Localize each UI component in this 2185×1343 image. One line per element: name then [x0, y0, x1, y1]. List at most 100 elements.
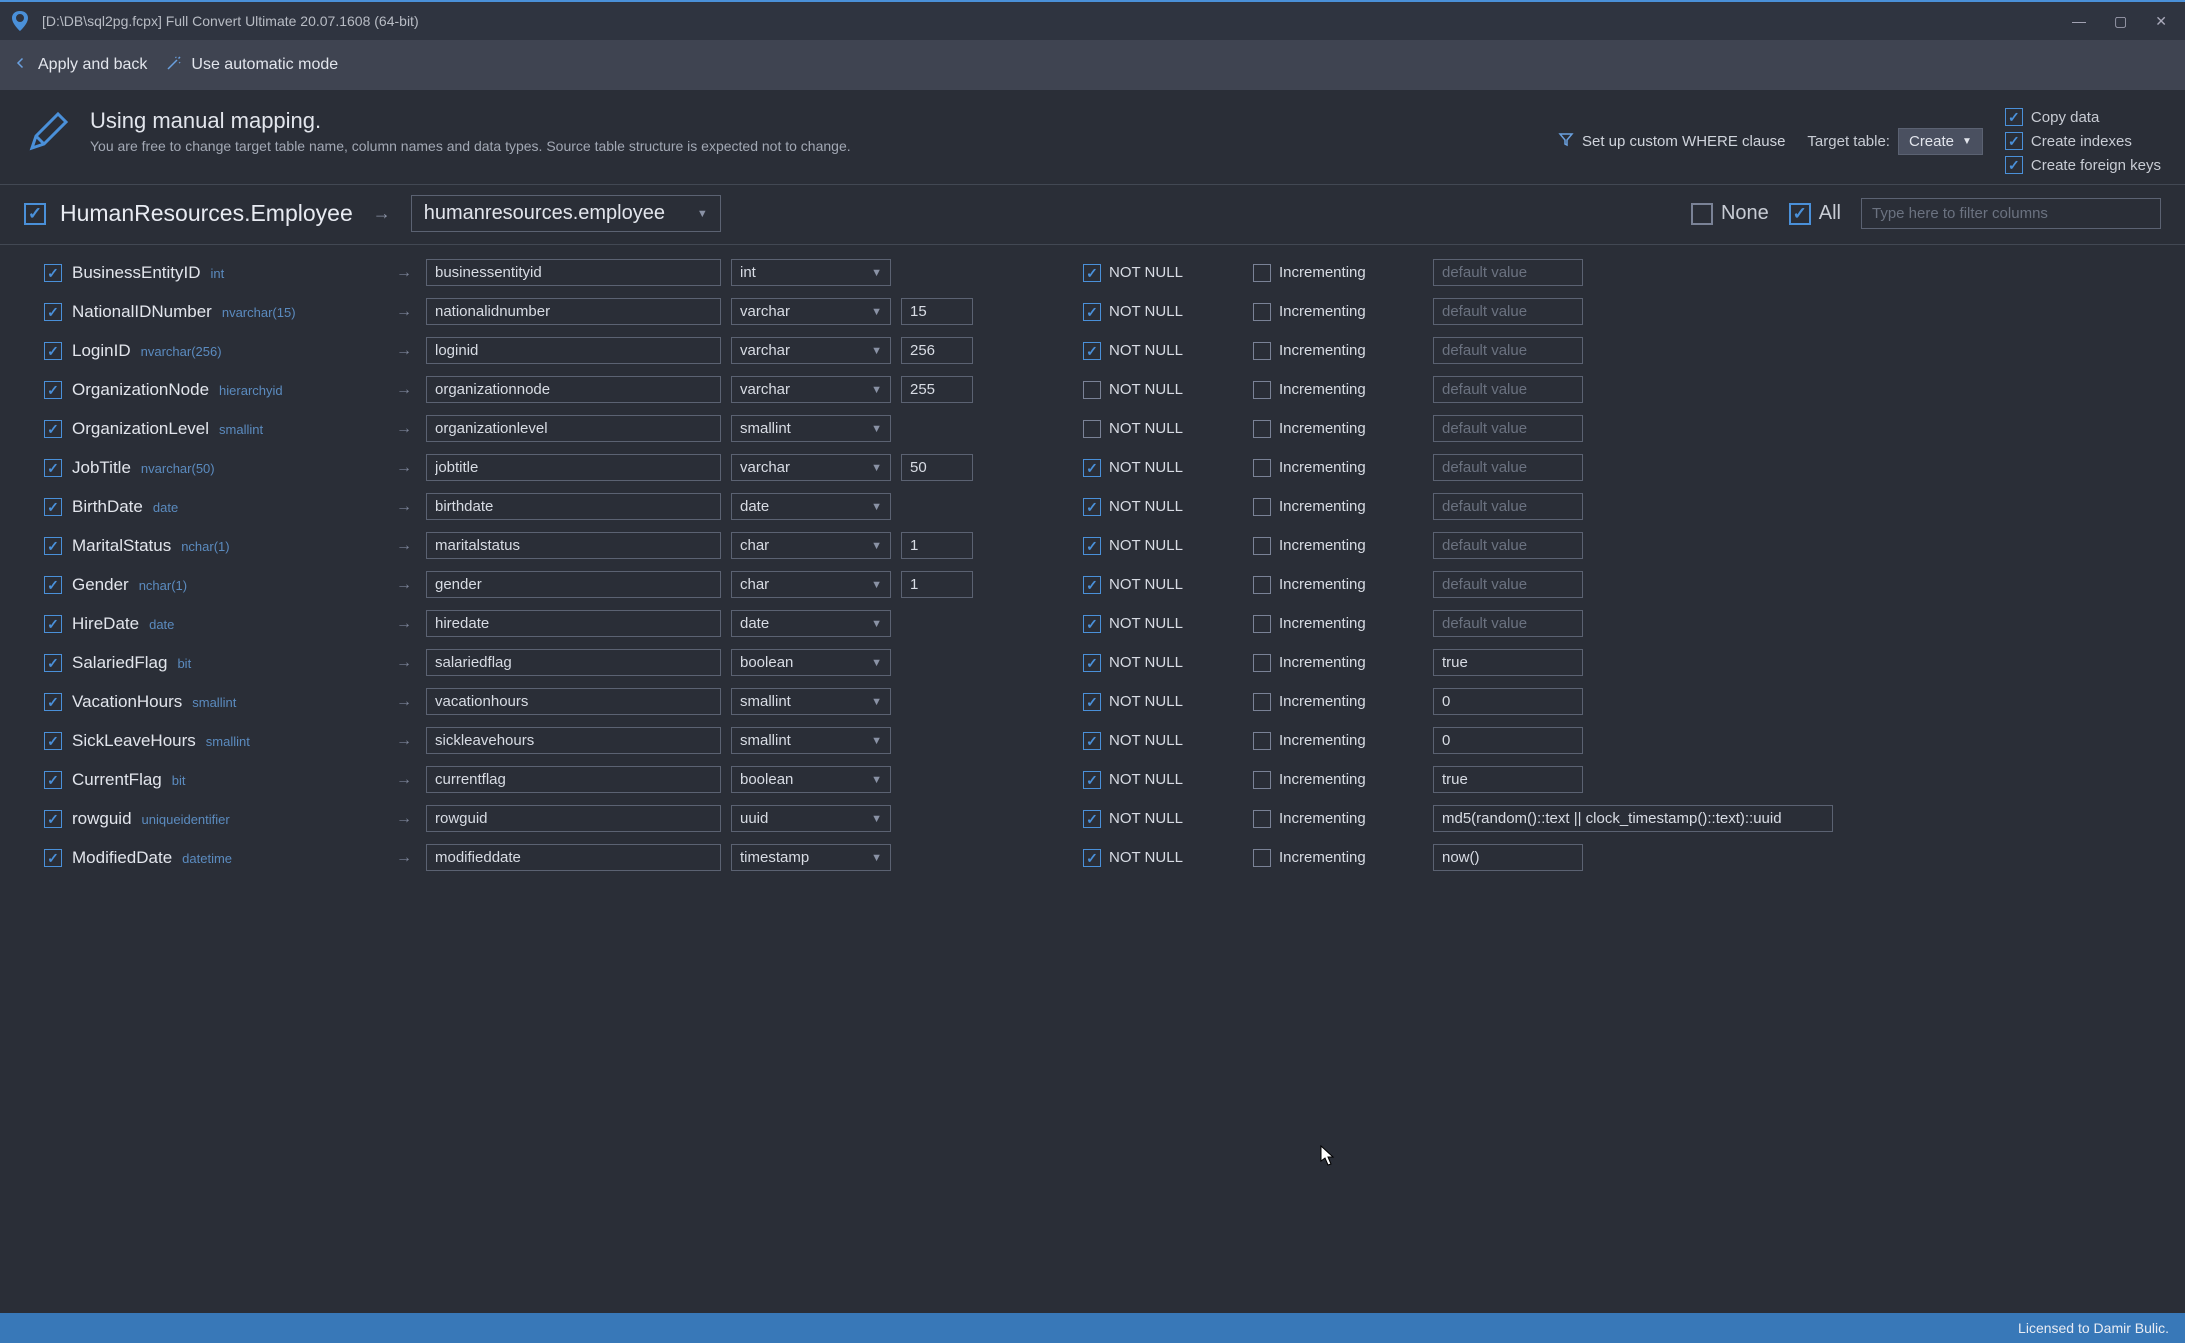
- incrementing-checkbox[interactable]: [1253, 498, 1271, 516]
- default-value-input[interactable]: [1433, 766, 1583, 793]
- incrementing-checkbox[interactable]: [1253, 537, 1271, 555]
- column-enabled-checkbox[interactable]: [44, 849, 62, 867]
- not-null-checkbox[interactable]: [1083, 459, 1101, 477]
- apply-and-back-button[interactable]: Apply and back: [12, 54, 147, 77]
- incrementing-checkbox[interactable]: [1253, 615, 1271, 633]
- target-type-dropdown[interactable]: date▼: [731, 610, 891, 637]
- incrementing-checkbox[interactable]: [1253, 693, 1271, 711]
- close-button[interactable]: ✕: [2155, 13, 2167, 30]
- target-type-dropdown[interactable]: int▼: [731, 259, 891, 286]
- incrementing-checkbox[interactable]: [1253, 654, 1271, 672]
- target-column-name-input[interactable]: [426, 532, 721, 559]
- default-value-input[interactable]: [1433, 649, 1583, 676]
- target-type-dropdown[interactable]: varchar▼: [731, 298, 891, 325]
- column-enabled-checkbox[interactable]: [44, 342, 62, 360]
- default-value-input[interactable]: [1433, 337, 1583, 364]
- target-type-dropdown[interactable]: boolean▼: [731, 649, 891, 676]
- not-null-checkbox[interactable]: [1083, 498, 1101, 516]
- target-type-dropdown[interactable]: char▼: [731, 532, 891, 559]
- target-column-name-input[interactable]: [426, 337, 721, 364]
- not-null-checkbox[interactable]: [1083, 537, 1101, 555]
- not-null-checkbox[interactable]: [1083, 810, 1101, 828]
- target-type-dropdown[interactable]: timestamp▼: [731, 844, 891, 871]
- target-type-dropdown[interactable]: smallint▼: [731, 688, 891, 715]
- column-enabled-checkbox[interactable]: [44, 537, 62, 555]
- type-size-input[interactable]: [901, 571, 973, 598]
- target-column-name-input[interactable]: [426, 844, 721, 871]
- incrementing-checkbox[interactable]: [1253, 849, 1271, 867]
- not-null-checkbox[interactable]: [1083, 576, 1101, 594]
- type-size-input[interactable]: [901, 454, 973, 481]
- not-null-checkbox[interactable]: [1083, 303, 1101, 321]
- target-type-dropdown[interactable]: uuid▼: [731, 805, 891, 832]
- target-column-name-input[interactable]: [426, 571, 721, 598]
- target-column-name-input[interactable]: [426, 805, 721, 832]
- default-value-input[interactable]: [1433, 610, 1583, 637]
- select-none-button[interactable]: None: [1691, 202, 1769, 225]
- default-value-input[interactable]: [1433, 727, 1583, 754]
- target-type-dropdown[interactable]: char▼: [731, 571, 891, 598]
- create-foreign-keys-checkbox[interactable]: Create foreign keys: [2005, 156, 2161, 174]
- target-type-dropdown[interactable]: varchar▼: [731, 454, 891, 481]
- type-size-input[interactable]: [901, 298, 973, 325]
- default-value-input[interactable]: [1433, 688, 1583, 715]
- target-table-select[interactable]: humanresources.employee ▼: [411, 195, 721, 232]
- target-column-name-input[interactable]: [426, 415, 721, 442]
- column-enabled-checkbox[interactable]: [44, 654, 62, 672]
- incrementing-checkbox[interactable]: [1253, 771, 1271, 789]
- type-size-input[interactable]: [901, 532, 973, 559]
- incrementing-checkbox[interactable]: [1253, 303, 1271, 321]
- target-column-name-input[interactable]: [426, 766, 721, 793]
- default-value-input[interactable]: [1433, 259, 1583, 286]
- maximize-button[interactable]: ▢: [2114, 13, 2127, 30]
- default-value-input[interactable]: [1433, 376, 1583, 403]
- column-enabled-checkbox[interactable]: [44, 381, 62, 399]
- copy-data-checkbox[interactable]: Copy data: [2005, 108, 2161, 126]
- filter-columns-input[interactable]: [1861, 198, 2161, 229]
- incrementing-checkbox[interactable]: [1253, 576, 1271, 594]
- target-column-name-input[interactable]: [426, 376, 721, 403]
- where-clause-button[interactable]: Set up custom WHERE clause: [1558, 131, 1785, 151]
- default-value-input[interactable]: [1433, 493, 1583, 520]
- table-enabled-checkbox[interactable]: [24, 203, 46, 225]
- target-column-name-input[interactable]: [426, 454, 721, 481]
- column-enabled-checkbox[interactable]: [44, 732, 62, 750]
- target-column-name-input[interactable]: [426, 259, 721, 286]
- column-enabled-checkbox[interactable]: [44, 498, 62, 516]
- column-enabled-checkbox[interactable]: [44, 459, 62, 477]
- incrementing-checkbox[interactable]: [1253, 264, 1271, 282]
- column-enabled-checkbox[interactable]: [44, 693, 62, 711]
- create-indexes-checkbox[interactable]: Create indexes: [2005, 132, 2161, 150]
- column-enabled-checkbox[interactable]: [44, 420, 62, 438]
- default-value-input[interactable]: [1433, 805, 1833, 832]
- column-enabled-checkbox[interactable]: [44, 810, 62, 828]
- not-null-checkbox[interactable]: [1083, 381, 1101, 399]
- target-type-dropdown[interactable]: varchar▼: [731, 376, 891, 403]
- incrementing-checkbox[interactable]: [1253, 342, 1271, 360]
- not-null-checkbox[interactable]: [1083, 342, 1101, 360]
- type-size-input[interactable]: [901, 376, 973, 403]
- column-enabled-checkbox[interactable]: [44, 771, 62, 789]
- target-column-name-input[interactable]: [426, 727, 721, 754]
- default-value-input[interactable]: [1433, 844, 1583, 871]
- not-null-checkbox[interactable]: [1083, 420, 1101, 438]
- incrementing-checkbox[interactable]: [1253, 459, 1271, 477]
- target-type-dropdown[interactable]: varchar▼: [731, 337, 891, 364]
- select-all-button[interactable]: All: [1789, 202, 1841, 225]
- not-null-checkbox[interactable]: [1083, 264, 1101, 282]
- not-null-checkbox[interactable]: [1083, 654, 1101, 672]
- default-value-input[interactable]: [1433, 532, 1583, 559]
- column-enabled-checkbox[interactable]: [44, 303, 62, 321]
- target-type-dropdown[interactable]: smallint▼: [731, 415, 891, 442]
- default-value-input[interactable]: [1433, 571, 1583, 598]
- type-size-input[interactable]: [901, 337, 973, 364]
- use-automatic-mode-button[interactable]: Use automatic mode: [165, 54, 338, 77]
- target-column-name-input[interactable]: [426, 493, 721, 520]
- target-column-name-input[interactable]: [426, 298, 721, 325]
- target-column-name-input[interactable]: [426, 649, 721, 676]
- target-column-name-input[interactable]: [426, 688, 721, 715]
- column-enabled-checkbox[interactable]: [44, 264, 62, 282]
- incrementing-checkbox[interactable]: [1253, 732, 1271, 750]
- default-value-input[interactable]: [1433, 298, 1583, 325]
- target-table-action-dropdown[interactable]: Create ▼: [1898, 128, 1983, 155]
